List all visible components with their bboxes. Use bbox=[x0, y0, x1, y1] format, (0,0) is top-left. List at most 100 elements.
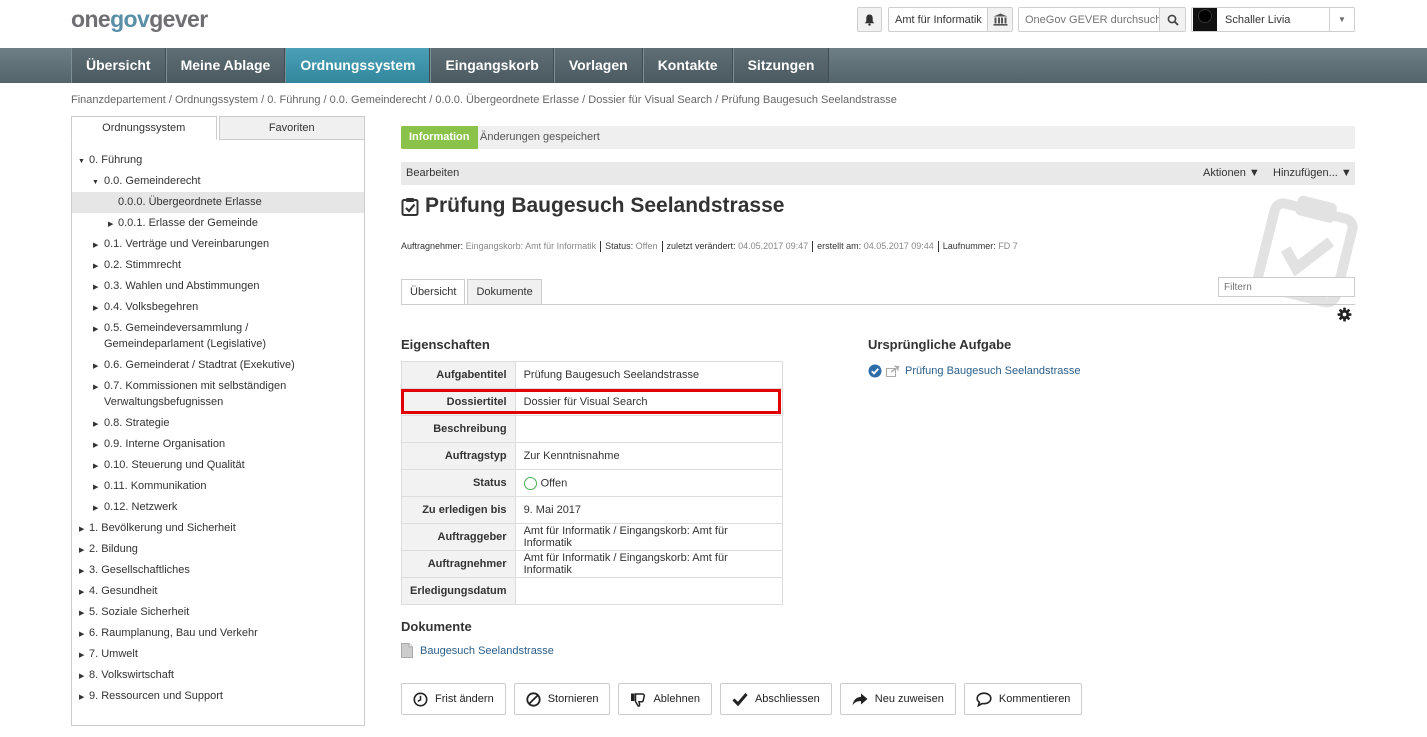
collapsed-arrow-icon: ▶ bbox=[93, 326, 99, 333]
tree-item[interactable]: ▶ 0.1. Verträge und Vereinbarungen bbox=[72, 234, 364, 255]
collapsed-arrow-icon: ▶ bbox=[93, 384, 99, 391]
collapsed-arrow-icon: ▶ bbox=[79, 589, 85, 596]
collapsed-arrow-icon: ▶ bbox=[93, 363, 99, 370]
complete-button[interactable]: Abschliessen bbox=[719, 683, 832, 715]
collapsed-arrow-icon: ▶ bbox=[79, 673, 85, 680]
collapsed-arrow-icon: ▶ bbox=[93, 505, 99, 512]
info-message: Änderungen gespeichert bbox=[480, 131, 600, 143]
nav-overview[interactable]: Übersicht bbox=[71, 48, 166, 83]
app-logo[interactable]: onegovgever bbox=[71, 6, 208, 33]
nav-meetings[interactable]: Sitzungen bbox=[732, 48, 830, 83]
reject-button[interactable]: Ablehnen bbox=[618, 683, 712, 715]
tree-item[interactable]: ▶ 9. Ressourcen und Support bbox=[72, 686, 364, 707]
tree-item[interactable]: ▶ 0.2. Stimmrecht bbox=[72, 255, 364, 276]
nav-my-repository[interactable]: Meine Ablage bbox=[165, 48, 286, 83]
tree-item[interactable]: ▶ 5. Soziale Sicherheit bbox=[72, 602, 364, 623]
collapsed-arrow-icon: ▶ bbox=[93, 263, 99, 270]
tree-item[interactable]: ▶ 0.4. Volksbegehren bbox=[72, 297, 364, 318]
nav-inbox[interactable]: Eingangskorb bbox=[430, 48, 554, 83]
collapsed-arrow-icon: ▶ bbox=[79, 631, 85, 638]
table-row: Auftraggeber Amt für Informatik / Eingang… bbox=[401, 523, 784, 551]
table-row: Zu erledigen bis 9. Mai 2017 bbox=[401, 496, 784, 524]
reassign-button[interactable]: Neu zuweisen bbox=[839, 683, 956, 715]
tab-favorites[interactable]: Favoriten bbox=[218, 116, 365, 140]
tree-item[interactable]: ▶ 7. Umwelt bbox=[72, 644, 364, 665]
institution-icon bbox=[987, 8, 1012, 31]
tree-item[interactable]: ▶ 0.11. Kommunikation bbox=[72, 476, 364, 497]
org-unit-selector[interactable]: Amt für Informatik bbox=[888, 7, 1013, 32]
tree-item[interactable]: ▶ 8. Volkswirtschaft bbox=[72, 665, 364, 686]
global-search[interactable] bbox=[1018, 7, 1186, 32]
tree-item[interactable]: ▶ 0.6. Gemeinderat / Stadtrat (Exekutive) bbox=[72, 355, 364, 376]
tree-item[interactable]: ▶ 0.3. Wahlen und Abstimmungen bbox=[72, 276, 364, 297]
tree-item[interactable]: ▼ 0. Führung bbox=[72, 150, 364, 171]
table-row: Dossiertitel Dossier für Visual Search bbox=[401, 388, 784, 416]
org-unit-label: Amt für Informatik bbox=[895, 13, 982, 26]
tree-item[interactable]: ▶ 0.5. Gemeindeversammlung / Gemeindeparl… bbox=[72, 318, 282, 355]
document-byline: Auftragnehmer: Eingangskorb: Amt für Inf… bbox=[401, 241, 1018, 253]
user-name: Schaller Livia bbox=[1225, 13, 1291, 26]
collapsed-arrow-icon: ▶ bbox=[79, 610, 85, 617]
tree-item[interactable]: ▶ 3. Gesellschaftliches bbox=[72, 560, 364, 581]
table-row: Erledigungsdatum bbox=[401, 577, 784, 605]
avatar bbox=[1193, 8, 1217, 31]
byline-created: 04.05.2017 09:44 bbox=[863, 241, 934, 251]
collapsed-arrow-icon: ▶ bbox=[108, 221, 114, 228]
edit-button[interactable]: Bearbeiten bbox=[406, 162, 459, 185]
tree-item[interactable]: ▶ 0.9. Interne Organisation bbox=[72, 434, 364, 455]
user-menu[interactable]: Schaller Livia ▼ bbox=[1191, 7, 1355, 32]
tree-item-selected[interactable]: 0.0.0. Übergeordnete Erlasse bbox=[72, 192, 364, 213]
tree-item[interactable]: ▶ 0.10. Steuerung und Qualität bbox=[72, 455, 364, 476]
collapsed-arrow-icon: ▶ bbox=[93, 484, 99, 491]
tree-item[interactable]: ▶ 2. Bildung bbox=[72, 539, 364, 560]
forward-icon bbox=[886, 365, 900, 377]
bell-icon bbox=[864, 14, 875, 26]
properties-table: Aufgabentitel Prüfung Baugesuch Seelandst… bbox=[401, 361, 784, 605]
filter-input[interactable] bbox=[1218, 277, 1355, 297]
nav-contacts[interactable]: Kontakte bbox=[642, 48, 733, 83]
tree-item[interactable]: ▶ 0.0.1. Erlasse der Gemeinde bbox=[72, 213, 364, 234]
status-message: Information Änderungen gespeichert bbox=[401, 126, 1355, 149]
gear-icon[interactable] bbox=[1337, 307, 1352, 322]
tree-item[interactable]: ▶ 0.8. Strategie bbox=[72, 413, 364, 434]
tree-item[interactable]: ▶ 0.12. Netzwerk bbox=[72, 497, 364, 518]
comment-button[interactable]: Kommentieren bbox=[963, 683, 1083, 715]
breadcrumb[interactable]: Finanzdepartement / Ordnungssystem / 0. … bbox=[71, 94, 897, 106]
change-deadline-button[interactable]: Frist ändern bbox=[401, 683, 506, 715]
page-title: Prüfung Baugesuch Seelandstrasse bbox=[401, 194, 784, 218]
byline-modified: 04.05.2017 09:47 bbox=[738, 241, 809, 251]
action-bar: Bearbeiten Aktionen ▼ Hinzufügen... ▼ bbox=[401, 162, 1355, 185]
tree-item[interactable]: ▶ 6. Raumplanung, Bau und Verkehr bbox=[72, 623, 364, 644]
tree-item[interactable]: ▶ 4. Gesundheit bbox=[72, 581, 364, 602]
nav-templates[interactable]: Vorlagen bbox=[553, 48, 643, 83]
expanded-arrow-icon: ▼ bbox=[92, 179, 99, 186]
cancel-task-button[interactable]: Stornieren bbox=[513, 683, 611, 715]
original-task-link[interactable]: Prüfung Baugesuch Seelandstrasse bbox=[905, 365, 1081, 377]
tab-overview[interactable]: Übersicht bbox=[401, 279, 466, 305]
status-value: Offen bbox=[540, 476, 568, 489]
collapsed-arrow-icon: ▶ bbox=[79, 652, 85, 659]
tab-documents[interactable]: Dokumente bbox=[467, 279, 542, 304]
document-link[interactable]: Baugesuch Seelandstrasse bbox=[420, 645, 554, 657]
document-item: Baugesuch Seelandstrasse bbox=[401, 643, 554, 658]
search-input[interactable] bbox=[1019, 13, 1159, 26]
table-row: Status Offen bbox=[401, 469, 784, 497]
tree-item[interactable]: ▼ 0.0. Gemeinderecht bbox=[72, 171, 364, 192]
repository-tree: ▼ 0. Führung ▼ 0.0. Gemeinderecht 0.0.0. Ü… bbox=[72, 150, 364, 707]
add-menu[interactable]: Hinzufügen... ▼ bbox=[1273, 162, 1352, 185]
info-badge: Information bbox=[401, 126, 478, 149]
byline-assignee: Eingangskorb: Amt für Informatik bbox=[465, 241, 597, 251]
notifications-button[interactable] bbox=[857, 7, 882, 32]
document-icon bbox=[401, 643, 413, 658]
nav-repository-root[interactable]: Ordnungssystem bbox=[285, 48, 431, 83]
collapsed-arrow-icon: ▶ bbox=[93, 305, 99, 312]
tab-repository[interactable]: Ordnungssystem bbox=[71, 116, 217, 140]
tree-item[interactable]: ▶ 0.7. Kommissionen mit selbständigen Ver… bbox=[72, 376, 297, 413]
expanded-arrow-icon: ▼ bbox=[78, 158, 85, 165]
search-button[interactable] bbox=[1159, 8, 1185, 31]
content-tabs: Übersicht Dokumente bbox=[401, 279, 544, 305]
tree-item[interactable]: ▶ 1. Bevölkerung und Sicherheit bbox=[72, 518, 364, 539]
tab-divider bbox=[401, 304, 1355, 305]
actions-menu[interactable]: Aktionen ▼ bbox=[1203, 162, 1260, 185]
collapsed-arrow-icon: ▶ bbox=[79, 694, 85, 701]
